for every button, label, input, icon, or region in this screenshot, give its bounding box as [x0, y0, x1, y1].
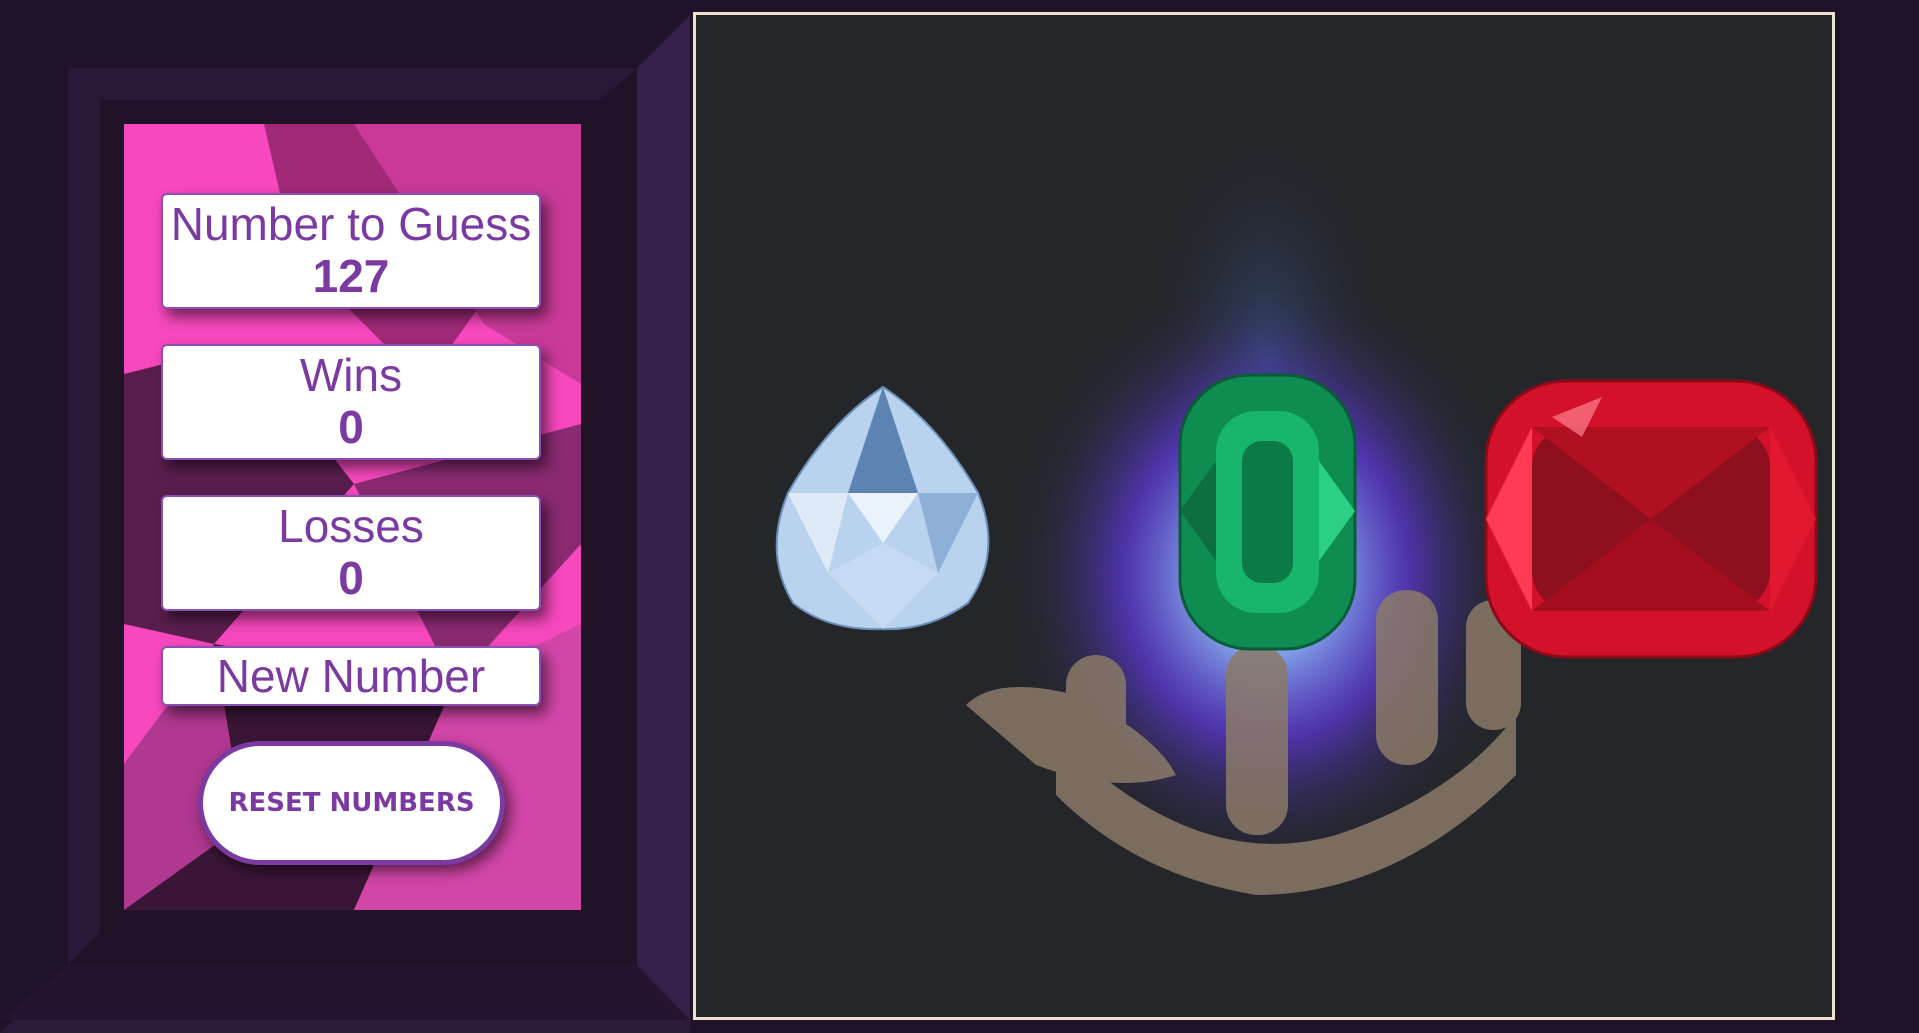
score-panel: Number to Guess 127 Wins 0 Losses 0 New …	[124, 124, 581, 910]
emerald-gem[interactable]	[1176, 371, 1359, 653]
new-number-label: New Number	[216, 650, 486, 702]
target-number-value: 127	[312, 250, 390, 302]
new-number-button[interactable]: New Number	[161, 646, 541, 706]
wins-label: Wins	[299, 349, 403, 401]
wins-box: Wins 0	[161, 344, 541, 460]
losses-label: Losses	[278, 500, 424, 552]
losses-value: 0	[338, 552, 364, 604]
game-stage	[693, 12, 1835, 1020]
target-number-box: Number to Guess 127	[161, 193, 541, 309]
losses-box: Losses 0	[161, 495, 541, 611]
diamond-gem[interactable]	[768, 383, 998, 631]
ruby-gem[interactable]	[1482, 377, 1820, 661]
wins-value: 0	[338, 401, 364, 453]
target-number-label: Number to Guess	[170, 198, 532, 250]
reset-numbers-button[interactable]: RESET NUMBERS	[198, 741, 505, 865]
